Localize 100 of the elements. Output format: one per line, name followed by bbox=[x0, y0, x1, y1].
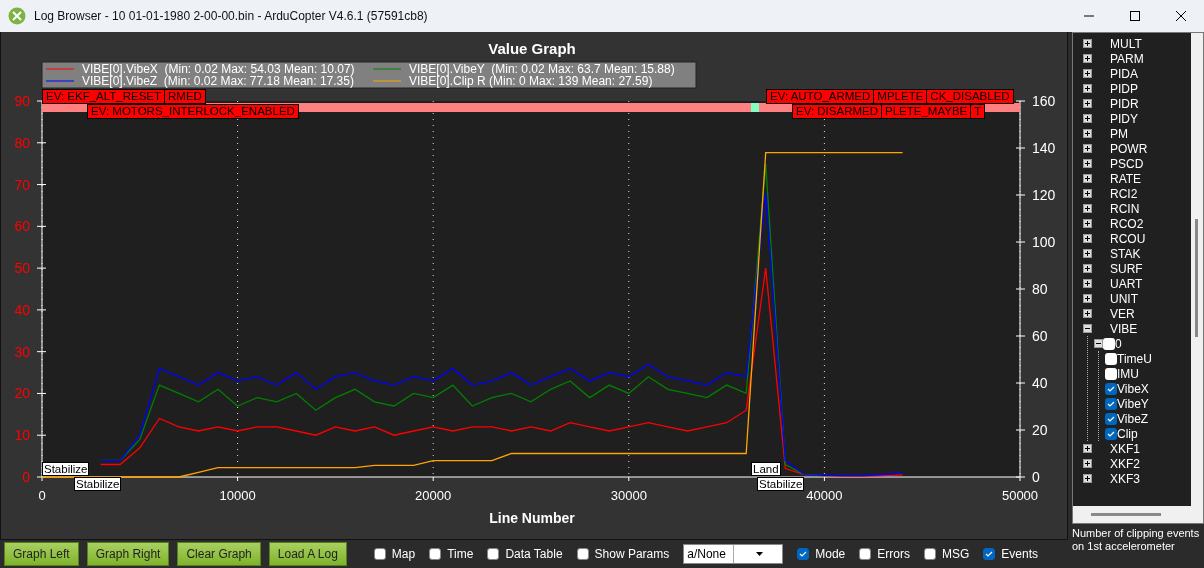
checkbox[interactable] bbox=[923, 548, 936, 560]
checkbox[interactable] bbox=[859, 548, 872, 560]
toolbar-button[interactable]: Graph Left bbox=[4, 542, 79, 566]
description-text: Number of clipping events on 1st accelerometer bbox=[1072, 526, 1201, 553]
tick-label: 60 bbox=[1032, 328, 1048, 344]
mode-label: Land bbox=[751, 462, 781, 476]
tree-item[interactable]: VibeX bbox=[1117, 381, 1149, 396]
expand-icon[interactable] bbox=[1083, 84, 1092, 93]
expand-icon[interactable] bbox=[1083, 99, 1092, 108]
tick-label: 40 bbox=[14, 301, 30, 318]
checkbox[interactable] bbox=[1103, 337, 1115, 350]
tree-item[interactable]: PM bbox=[1110, 126, 1128, 141]
tree-item[interactable]: STAK bbox=[1110, 246, 1141, 261]
tree-item[interactable]: SURF bbox=[1110, 261, 1143, 276]
expand-icon[interactable] bbox=[1083, 69, 1092, 78]
tick-label: 70 bbox=[14, 176, 30, 193]
checkbox[interactable] bbox=[1105, 367, 1117, 380]
tree-item[interactable]: POWR bbox=[1110, 141, 1148, 156]
checkbox[interactable] bbox=[576, 548, 589, 560]
caret-icon bbox=[756, 552, 763, 556]
checkbox[interactable] bbox=[797, 548, 810, 560]
expand-icon[interactable] bbox=[1083, 459, 1092, 468]
tree-item[interactable]: PIDP bbox=[1110, 81, 1138, 96]
expand-icon[interactable] bbox=[1083, 129, 1092, 138]
checkbox-label: Time bbox=[447, 547, 474, 561]
expand-icon[interactable] bbox=[1083, 474, 1092, 483]
tree-item[interactable]: VIBE bbox=[1110, 321, 1138, 336]
tick-label: 80 bbox=[1032, 281, 1048, 297]
tree-item[interactable]: PARM bbox=[1110, 51, 1144, 66]
expand-icon[interactable] bbox=[1083, 39, 1092, 48]
tree-item[interactable]: PIDR bbox=[1110, 96, 1139, 111]
checkbox[interactable] bbox=[1105, 352, 1117, 365]
tree-item[interactable]: UNIT bbox=[1110, 291, 1138, 306]
collapse-icon[interactable] bbox=[1083, 324, 1092, 333]
tree-item[interactable]: VER bbox=[1110, 306, 1135, 321]
collapse-icon[interactable] bbox=[1094, 339, 1103, 348]
expand-icon[interactable] bbox=[1083, 294, 1092, 303]
checkbox[interactable] bbox=[1105, 427, 1117, 440]
event-label: MPLETE bbox=[873, 89, 928, 104]
expand-icon[interactable] bbox=[1083, 444, 1092, 453]
checkbox[interactable] bbox=[983, 548, 996, 560]
tree-item[interactable]: 0 bbox=[1115, 336, 1122, 351]
expand-icon[interactable] bbox=[1083, 159, 1092, 168]
chart-title: Value Graph bbox=[488, 40, 576, 57]
checkbox[interactable] bbox=[1105, 382, 1117, 395]
expand-icon[interactable] bbox=[1083, 279, 1092, 288]
checkbox-label: Errors bbox=[877, 547, 910, 561]
tree-item[interactable]: XKF2 bbox=[1110, 456, 1140, 471]
tree-item[interactable]: RCOU bbox=[1110, 231, 1146, 246]
tick-label: 10 bbox=[14, 427, 30, 444]
tree-item[interactable]: IMU bbox=[1117, 366, 1139, 381]
tree-item[interactable]: XKF1 bbox=[1110, 441, 1140, 456]
expand-icon[interactable] bbox=[1083, 309, 1092, 318]
tree-item[interactable]: TimeU bbox=[1117, 351, 1152, 366]
expand-icon[interactable] bbox=[1083, 174, 1092, 183]
tree-item[interactable]: VibeZ bbox=[1117, 411, 1149, 426]
tree-item[interactable]: Clip bbox=[1117, 426, 1138, 441]
expand-icon[interactable] bbox=[1083, 264, 1092, 273]
tree-item[interactable]: RCO2 bbox=[1110, 216, 1144, 231]
expand-icon[interactable] bbox=[1083, 144, 1092, 153]
tree-item[interactable]: VibeY bbox=[1117, 396, 1149, 411]
tick-label: 60 bbox=[14, 218, 30, 235]
tick-label: 30000 bbox=[610, 488, 647, 503]
tree-item[interactable]: PIDY bbox=[1110, 111, 1138, 126]
window-title: Log Browser - 10 01-01-1980 2-00-00.bin - ArduCopter V4.6.1 (57591cb8) bbox=[34, 9, 429, 23]
toolbar-button[interactable]: Clear Graph bbox=[177, 542, 261, 566]
tree-item[interactable]: PIDA bbox=[1110, 66, 1138, 81]
legend-label: VIBE[0].VibeZ (Min: 0.02 Max: 77.18 Mean: 17.35) bbox=[82, 74, 354, 88]
tree-item[interactable]: MULT bbox=[1110, 36, 1142, 51]
expand-icon[interactable] bbox=[1083, 114, 1092, 123]
maximize-icon[interactable] bbox=[1130, 11, 1140, 21]
tick-label: 20 bbox=[1032, 422, 1048, 438]
tree-item[interactable]: RATE bbox=[1110, 171, 1142, 186]
tree-item[interactable]: RCI2 bbox=[1110, 186, 1138, 201]
expand-icon[interactable] bbox=[1083, 249, 1092, 258]
checkbox-label: Show Params bbox=[594, 547, 670, 561]
checkbox[interactable] bbox=[1105, 397, 1117, 410]
expand-icon[interactable] bbox=[1083, 219, 1092, 228]
checkbox-label: Map bbox=[391, 547, 416, 561]
toolbar-button[interactable]: Load A Log bbox=[268, 542, 347, 566]
tree-item[interactable]: PSCD bbox=[1110, 156, 1144, 171]
expand-icon[interactable] bbox=[1083, 54, 1092, 63]
close-icon[interactable] bbox=[1176, 11, 1186, 21]
expand-icon[interactable] bbox=[1083, 234, 1092, 243]
checkbox-label: MSG bbox=[941, 547, 970, 561]
tree-item[interactable]: XKF3 bbox=[1110, 471, 1140, 486]
event-marker bbox=[751, 103, 759, 112]
tick-label: 40000 bbox=[806, 488, 843, 503]
expand-icon[interactable] bbox=[1083, 204, 1092, 213]
checkbox[interactable] bbox=[1105, 412, 1117, 425]
tree-item[interactable]: RCIN bbox=[1110, 201, 1140, 216]
event-label: CK_DISABLED bbox=[926, 89, 1014, 104]
expand-icon[interactable] bbox=[1083, 189, 1092, 198]
toolbar-button[interactable]: Graph Right bbox=[86, 542, 170, 566]
dropdown[interactable]: a/None bbox=[683, 544, 784, 564]
event-label: EV: AUTO_ARMED bbox=[766, 89, 875, 104]
checkbox[interactable] bbox=[373, 548, 386, 560]
tree-item[interactable]: UART bbox=[1110, 276, 1143, 291]
checkbox[interactable] bbox=[429, 548, 442, 560]
checkbox[interactable] bbox=[487, 548, 500, 560]
